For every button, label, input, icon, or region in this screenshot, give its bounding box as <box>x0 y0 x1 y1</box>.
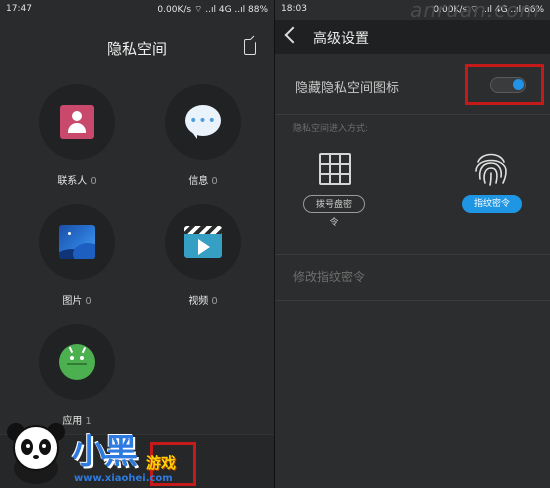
entry-method-heading: 隐私空间进入方式: <box>293 124 369 134</box>
toggle-knob <box>513 79 524 90</box>
app-count: 0 <box>85 296 92 307</box>
app-label: 视频 0 <box>188 296 218 307</box>
app-gallery[interactable]: 图片 0 <box>22 204 132 324</box>
video-icon <box>184 226 222 258</box>
app-videos[interactable]: 视频 0 <box>148 204 258 324</box>
app-messages[interactable]: ••• 信息 0 <box>148 84 258 204</box>
hide-icon-row[interactable]: 隐藏隐私空间图标 <box>275 54 550 114</box>
fingerprint-password-button[interactable]: 指纹密令 <box>462 195 522 213</box>
site-logo: 小黑 游戏 www.xiaohei.com <box>0 410 200 488</box>
advanced-settings-screen: 18:03 0.00K/s ⌔ ..ıl 4G ..ıl 86% anruan.… <box>275 0 550 488</box>
hide-icon-toggle[interactable] <box>490 77 526 93</box>
title-bar: 高级设置 <box>275 20 550 54</box>
logo-subtext: 游戏 <box>146 454 177 472</box>
change-fingerprint-row[interactable]: 修改指纹密令 <box>275 262 550 292</box>
dialpad-icon <box>319 153 351 185</box>
status-bar: 17:47 0.00K/s ⌔ ..ıl 4G ..ıl 88% <box>0 0 274 20</box>
status-time: 18:03 <box>281 4 307 14</box>
divider <box>275 114 550 115</box>
logo-text: 小黑 <box>72 432 138 472</box>
gallery-icon <box>59 225 95 259</box>
contact-icon <box>60 105 94 139</box>
option-dialpad[interactable]: 拨号盘密令 <box>275 142 395 252</box>
hide-icon-label: 隐藏隐私空间图标 <box>295 81 400 96</box>
android-icon <box>59 344 95 380</box>
logo-url: www.xiaohei.com <box>74 473 173 484</box>
app-contacts[interactable]: 联系人 0 <box>22 84 132 204</box>
change-fingerprint-label: 修改指纹密令 <box>293 270 366 284</box>
app-label: 联系人 0 <box>57 176 97 187</box>
app-count: 0 <box>90 176 97 187</box>
app-count: 0 <box>211 176 218 187</box>
page-title: 高级设置 <box>313 31 369 47</box>
back-arrow-icon[interactable] <box>284 26 302 44</box>
panda-icon <box>7 423 65 484</box>
divider <box>275 254 550 255</box>
divider <box>275 300 550 301</box>
status-time: 17:47 <box>6 4 32 14</box>
title-bar: 隐私空间 <box>0 20 274 72</box>
dialpad-password-button[interactable]: 拨号盘密令 <box>303 195 365 228</box>
status-info: 0.00K/s ⌔ ..ıl 4G ..ıl 88% <box>157 5 268 15</box>
page-title: 隐私空间 <box>106 40 167 58</box>
watermark-text: anruan.com <box>410 0 540 22</box>
app-count: 0 <box>211 296 218 307</box>
note-icon[interactable] <box>244 39 256 55</box>
app-label: 信息 0 <box>188 176 218 187</box>
app-label: 图片 0 <box>62 296 92 307</box>
option-fingerprint[interactable]: 指纹密令 <box>430 142 550 252</box>
fingerprint-icon <box>475 153 507 186</box>
message-icon: ••• <box>185 105 221 139</box>
